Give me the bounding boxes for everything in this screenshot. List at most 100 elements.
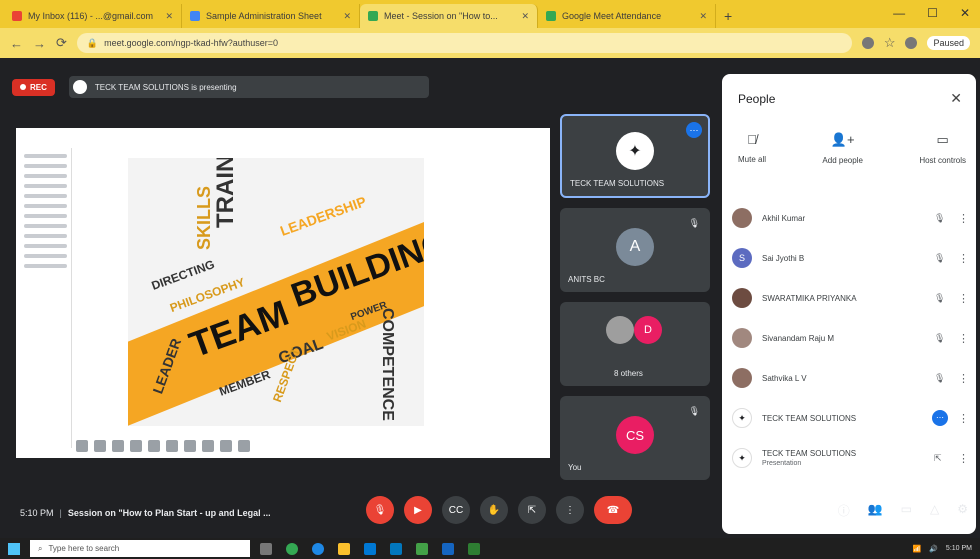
- participant-avatar: A: [616, 228, 654, 266]
- docs-icon: [190, 11, 200, 21]
- captions-button[interactable]: CC: [442, 496, 470, 524]
- back-icon[interactable]: ←: [10, 36, 23, 51]
- more-vert-icon[interactable]: ⋮: [958, 332, 969, 345]
- camera-toggle-button[interactable]: ▶: [404, 496, 432, 524]
- people-panel: People ✕ 🎙̸ Mute all 👤+ Add people ▭ Host c…: [722, 74, 976, 534]
- more-options-button[interactable]: ⋮: [556, 496, 584, 524]
- browser-tab-bar: My Inbox (116) - ...@gmail.com ✕ Sample A…: [0, 0, 980, 28]
- people-icon[interactable]: 👥: [868, 502, 883, 519]
- windows-taskbar: ⌕ Type here to search 📶 🔊 5:10 PM: [0, 538, 980, 559]
- raise-hand-button[interactable]: ✋: [480, 496, 508, 524]
- close-icon[interactable]: ✕: [699, 11, 707, 22]
- mic-off-icon: 🎙: [688, 406, 700, 416]
- list-item[interactable]: ✦ TECK TEAM SOLUTIONS Presentation ⇱ ⋮: [732, 438, 969, 478]
- minimize-button[interactable]: —: [893, 6, 905, 20]
- more-vert-icon[interactable]: ⋮: [958, 412, 969, 425]
- close-panel-icon[interactable]: ✕: [950, 90, 962, 107]
- host-controls-icon: ▭: [936, 132, 949, 147]
- mail-icon[interactable]: [390, 542, 402, 555]
- gmail-icon: [12, 11, 22, 21]
- network-icon[interactable]: 📶: [912, 545, 921, 553]
- avatar: S: [732, 248, 752, 268]
- mic-off-icon: 🎙: [934, 372, 946, 383]
- url-field[interactable]: 🔒 meet.google.com/ngp-tkad-hfw?authuser=…: [76, 33, 852, 53]
- avatar: [732, 208, 752, 228]
- extension-icon[interactable]: [905, 37, 918, 49]
- browser-tab-active[interactable]: Meet - Session on "How to... ✕: [360, 4, 538, 28]
- address-bar-row: ← → ⟳ 🔒 meet.google.com/ngp-tkad-hfw?aut…: [0, 28, 980, 58]
- store-icon[interactable]: [364, 542, 376, 555]
- participant-tile[interactable]: A 🎙 ANITS BC: [560, 208, 710, 292]
- participant-tile-self[interactable]: CS 🎙 You: [560, 396, 710, 480]
- avatar: [732, 368, 752, 388]
- browser-tab[interactable]: My Inbox (116) - ...@gmail.com ✕: [4, 4, 182, 28]
- app-icon[interactable]: [442, 542, 454, 555]
- windows-start-icon[interactable]: [8, 542, 20, 555]
- close-icon[interactable]: ✕: [521, 11, 529, 22]
- panel-title: People: [738, 92, 776, 106]
- reload-icon[interactable]: ⟳: [56, 35, 67, 51]
- more-vert-icon[interactable]: ⋮: [958, 252, 969, 265]
- mute-all-button[interactable]: 🎙̸ Mute all: [738, 132, 766, 165]
- recording-badge: REC: [12, 78, 55, 96]
- camera-icon[interactable]: [861, 37, 874, 49]
- list-item[interactable]: ✦ TECK TEAM SOLUTIONS ⋯ ⋮: [732, 398, 969, 438]
- host-lock-icon[interactable]: ⚙: [957, 502, 968, 519]
- list-item[interactable]: S Sai Jyothi B 🎙 ⋮: [732, 238, 969, 278]
- more-vert-icon[interactable]: ⋮: [958, 292, 969, 305]
- taskbar-clock[interactable]: 5:10 PM: [946, 545, 972, 552]
- star-icon[interactable]: ☆: [884, 35, 896, 51]
- list-item[interactable]: Akhil Kumar 🎙 ⋮: [732, 198, 969, 238]
- chrome-icon[interactable]: [286, 542, 298, 555]
- forward-icon[interactable]: →: [33, 36, 46, 51]
- more-options-icon[interactable]: ⋯: [686, 122, 702, 138]
- lock-icon: 🔒: [86, 37, 99, 48]
- profile-button[interactable]: Paused: [927, 36, 970, 50]
- taskbar-search-input[interactable]: ⌕ Type here to search: [30, 540, 250, 557]
- info-icon[interactable]: ⓘ: [838, 502, 850, 519]
- meet-bottom-bar: 5:10 PM | Session on "How to Plan Start …: [0, 490, 980, 538]
- task-view-icon[interactable]: [260, 542, 272, 555]
- chat-icon[interactable]: ▭: [901, 502, 912, 519]
- close-icon[interactable]: ✕: [165, 11, 173, 22]
- more-vert-icon[interactable]: ⋮: [958, 372, 969, 385]
- avatar: [732, 288, 752, 308]
- participant-tile[interactable]: ✦ ⋯ TECK TEAM SOLUTIONS: [560, 114, 710, 198]
- new-tab-button[interactable]: +: [716, 8, 740, 28]
- window-close-button[interactable]: ✕: [960, 6, 970, 20]
- add-people-button[interactable]: 👤+ Add people: [822, 132, 862, 165]
- more-vert-icon[interactable]: ⋮: [958, 212, 969, 225]
- list-item[interactable]: SWARATMIKA PRIYANKA 🎙 ⋮: [732, 278, 969, 318]
- mic-off-icon: 🎙: [934, 332, 946, 343]
- participant-tile[interactable]: D 8 others: [560, 302, 710, 386]
- meeting-info: 5:10 PM | Session on "How to Plan Start …: [20, 508, 271, 518]
- activities-icon[interactable]: △: [930, 502, 939, 519]
- participant-avatar: D: [634, 316, 662, 344]
- mic-off-icon: 🎙: [934, 212, 946, 223]
- app-icon[interactable]: [468, 542, 480, 555]
- edge-icon[interactable]: [312, 542, 324, 555]
- record-dot-icon: [20, 84, 26, 90]
- participant-list: Akhil Kumar 🎙 ⋮ S Sai Jyothi B 🎙 ⋮ SWARATMIKA…: [732, 198, 969, 478]
- teck-logo-icon: ✦: [732, 448, 752, 468]
- app-icon[interactable]: [416, 542, 428, 555]
- browser-tab[interactable]: Sample Administration Sheet ✕: [182, 4, 360, 28]
- end-call-button[interactable]: ☎: [594, 496, 632, 524]
- meet-icon: [546, 11, 556, 21]
- shared-screen: TRAINING SKILLS LEADERSHIP DIRECTING PHI…: [16, 128, 550, 458]
- participant-photo: [606, 316, 634, 344]
- close-icon[interactable]: ✕: [343, 11, 351, 22]
- list-item[interactable]: Sivanandam Raju M 🎙 ⋮: [732, 318, 969, 358]
- browser-tab[interactable]: Google Meet Attendance ✕: [538, 4, 716, 28]
- host-controls-button[interactable]: ▭ Host controls: [919, 132, 966, 165]
- right-controls: ⓘ 👥 ▭ △ ⚙: [838, 502, 968, 519]
- mic-toggle-button[interactable]: 🎙: [366, 496, 394, 524]
- present-button[interactable]: ⇱: [518, 496, 546, 524]
- mic-off-icon: 🎙: [934, 292, 946, 303]
- volume-icon[interactable]: 🔊: [929, 545, 938, 553]
- maximize-button[interactable]: ☐: [927, 6, 938, 20]
- list-item[interactable]: Sathvika L V 🎙 ⋮: [732, 358, 969, 398]
- more-vert-icon[interactable]: ⋮: [958, 452, 969, 465]
- file-explorer-icon[interactable]: [338, 542, 350, 555]
- more-options-icon[interactable]: ⋯: [932, 410, 948, 426]
